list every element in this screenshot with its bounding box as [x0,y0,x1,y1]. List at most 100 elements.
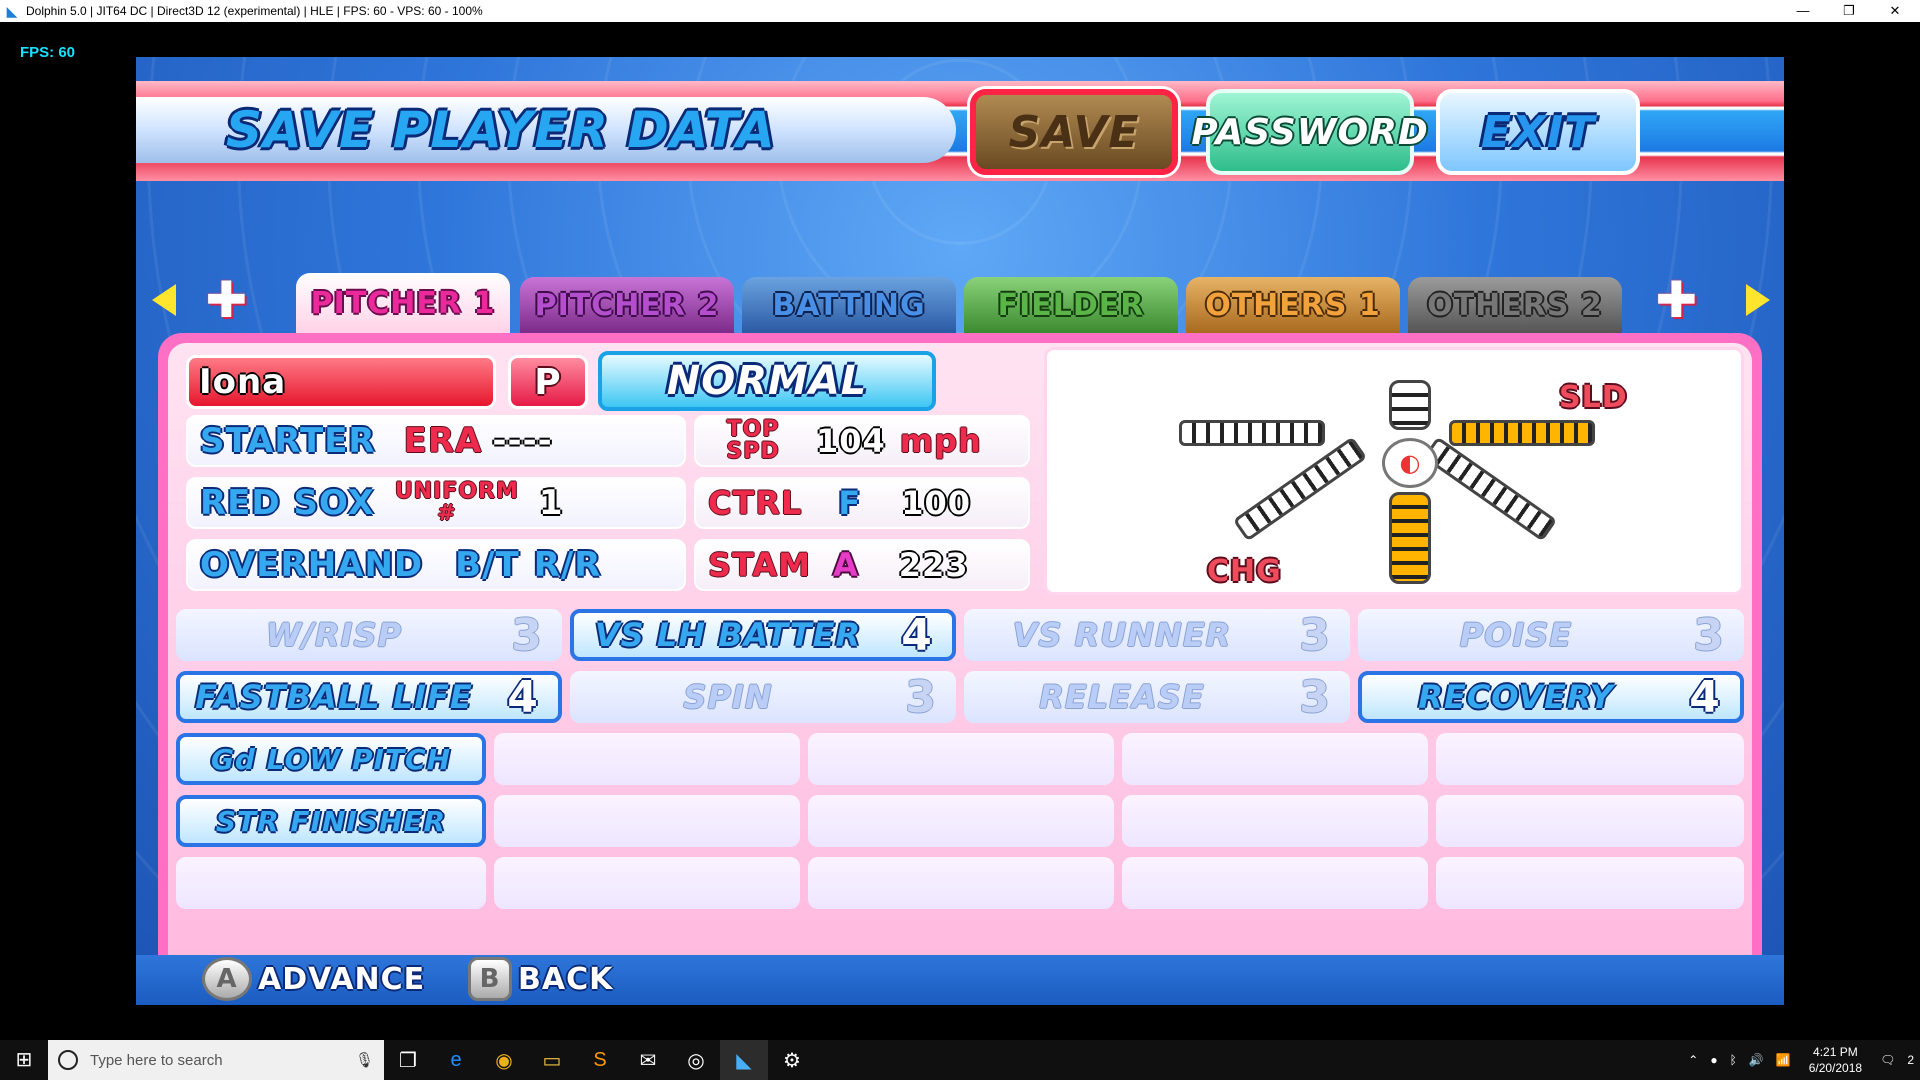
ability-slot-empty [808,857,1114,909]
ability-w-risp: W/RISP 3 [176,609,562,661]
player-position: P [508,355,588,409]
save-button[interactable]: SAVE [970,89,1178,175]
screen-title-banner: SAVE PLAYER DATA [136,97,956,163]
pitch-bar-down [1389,492,1431,584]
top-spd-label: TOP SPD [726,417,780,464]
top-speed-row: TOP SPD 104 mph [694,415,1030,467]
tab-others-1[interactable]: OTHERS 1 [1186,277,1400,333]
minimize-button[interactable]: — [1780,0,1826,22]
uniform-label: UNIFORM # [394,479,519,526]
ability-vs-runner: VS RUNNER 3 [964,609,1350,661]
ability-recovery: RECOVERY 4 [1358,671,1744,723]
pitch-bar-down-right [1422,436,1558,542]
advance-control[interactable]: A ADVANCE [202,957,425,1001]
bt-label: B/T [455,545,520,585]
baseball-icon: ◐ [1382,438,1438,488]
fps-counter: FPS: 60 [20,44,76,61]
settings-gear-icon[interactable]: ⚙ [768,1040,816,1080]
taskbar-search[interactable]: Type here to search 🎙 [48,1040,384,1080]
chevron-up-icon[interactable]: ⌃ [1688,1053,1698,1067]
windows-taskbar: ⊞ Type here to search 🎙 ❐ e ◉ ▭ S ✉ ◎ ◣ … [0,1040,1920,1080]
sld-label: SLD [1559,380,1628,415]
ability-slot-empty [1122,733,1428,785]
stamina-row: STAM A 223 [694,539,1030,591]
tab-pitcher-1[interactable]: PITCHER 1 [296,273,510,333]
ability-slot-empty [808,795,1114,847]
era-value: ---- [492,421,553,461]
ability-release: RELEASE 3 [964,671,1350,723]
game-screen: SAVE PLAYER DATA SAVE PASSWORD EXIT ✚ PI… [136,57,1784,1005]
clock[interactable]: 4:21 PM 6/20/2018 [1809,1044,1862,1076]
cortana-icon [58,1050,78,1070]
ability-vs-lh-batter: VS LH BATTER 4 [570,609,956,661]
back-control[interactable]: B BACK [468,957,613,1001]
volume-icon[interactable]: 🔊 [1749,1053,1764,1067]
ability-slot-empty [1436,857,1744,909]
ability-slot-empty [1122,795,1428,847]
control-row: CTRL F 100 [694,477,1030,529]
stam-grade: A [833,546,859,584]
window-title: Dolphin 5.0 | JIT64 DC | Direct3D 12 (ex… [26,4,483,18]
ability-slot-empty [808,733,1114,785]
bluetooth-icon[interactable]: ᛒ [1730,1053,1737,1067]
delivery-row: OVERHAND B/T R/R [186,539,686,591]
tab-batting[interactable]: BATTING [742,277,956,333]
ability-slot-empty [1122,857,1428,909]
tab-others-2[interactable]: OTHERS 2 [1408,277,1622,333]
exit-button[interactable]: EXIT [1436,89,1640,175]
top-spd-value: 104 [816,422,886,460]
password-button[interactable]: PASSWORD [1191,89,1428,175]
ability-slot-empty [494,733,800,785]
ability-fastball-life: FASTBALL LIFE 4 [176,671,562,723]
tab-fielder[interactable]: FIELDER [964,277,1178,333]
a-button-icon: A [202,957,252,1001]
windows-start-icon[interactable]: ⊞ [0,1040,48,1080]
ability-slot-empty [494,857,800,909]
b-button-icon: B [468,957,512,1001]
special-gd-low-pitch: Gd LOW PITCH [176,733,486,785]
restore-button[interactable]: ❐ [1826,0,1872,22]
advance-label: ADVANCE [258,961,426,997]
network-icon[interactable]: 📶 [1776,1053,1791,1067]
player-panel: Iona P NORMAL STARTER ERA ---- RED SOX U… [158,333,1762,985]
player-name: Iona [186,355,496,409]
player-team: RED SOX [200,483,375,523]
notifications-icon[interactable]: 🗨 [1880,1053,1895,1067]
file-explorer-icon[interactable]: ▭ [528,1040,576,1080]
arrow-right-icon[interactable] [1746,284,1770,316]
pitch-bar-down-left [1232,436,1368,542]
arrow-left-icon[interactable] [152,284,176,316]
role-row: STARTER ERA ---- [186,415,686,467]
microphone-icon[interactable]: 🎙 [355,1051,374,1069]
clock-date: 6/20/2018 [1808,1061,1863,1075]
ability-slot-empty [1436,795,1744,847]
edge-icon[interactable]: e [432,1040,480,1080]
tab-pitcher-2[interactable]: PITCHER 2 [520,277,734,333]
top-spd-unit: mph [899,422,982,460]
search-placeholder: Type here to search [90,1051,223,1069]
tray-app-icon[interactable]: ● [1710,1053,1717,1067]
ability-slot-empty [494,795,800,847]
dolphin-icon: ◣ [6,3,18,19]
uniform-number: 1 [538,483,564,523]
system-tray: ⌃ ● ᛒ 🔊 📶 4:21 PM 6/20/2018 🗨 2 [1682,1040,1920,1080]
ability-poise: POISE 3 [1358,609,1744,661]
pitch-chart: ◐ SLD CHG [1044,347,1744,595]
pitch-bar-slider [1449,420,1595,446]
obs-icon[interactable]: ◎ [672,1040,720,1080]
clock-time: 4:21 PM [1813,1045,1858,1059]
team-row: RED SOX UNIFORM # 1 [186,477,686,529]
task-view-icon[interactable]: ❐ [384,1040,432,1080]
ctrl-value: 100 [901,484,971,522]
pitch-bar-left [1179,420,1325,446]
sublime-text-icon[interactable]: S [576,1040,624,1080]
player-panel-inner: Iona P NORMAL STARTER ERA ---- RED SOX U… [168,343,1752,975]
mail-icon[interactable]: ✉ [624,1040,672,1080]
ctrl-grade: F [838,484,862,522]
stam-value: 223 [898,546,969,584]
close-button[interactable]: ✕ [1872,0,1918,22]
chrome-icon[interactable]: ◉ [480,1040,528,1080]
player-condition: NORMAL [598,351,936,411]
dolphin-taskbar-icon[interactable]: ◣ [720,1040,768,1080]
window-titlebar: ◣ Dolphin 5.0 | JIT64 DC | Direct3D 12 (… [0,0,1920,22]
